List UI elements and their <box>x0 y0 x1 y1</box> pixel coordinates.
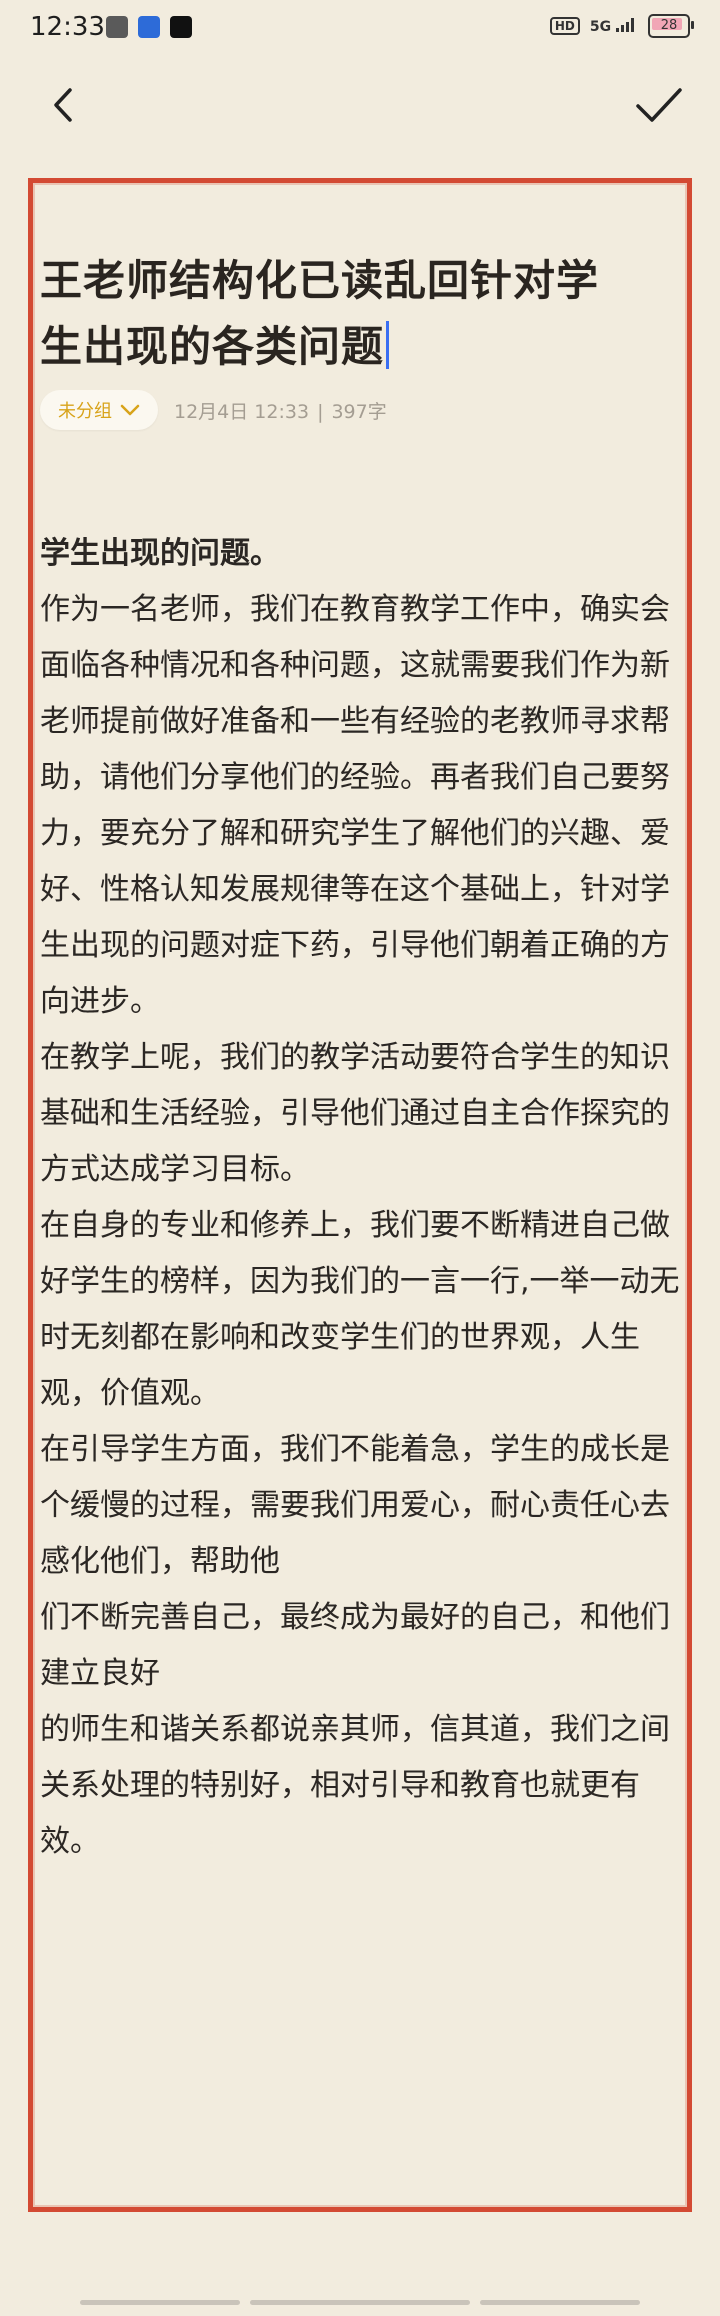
group-label: 未分组 <box>58 401 112 422</box>
word-count: 397字 <box>331 400 387 423</box>
confirm-button[interactable] <box>630 80 690 130</box>
body-paragraph: 在自身的专业和修养上，我们要不断精进自己做好学生的榜样，因为我们的一言一行,一举… <box>40 1208 680 1411</box>
system-status: HD 5G 28 <box>549 14 694 38</box>
battery-icon: 28 <box>648 14 694 38</box>
body-paragraph: 在教学上呢，我们的教学活动要符合学生的知识基础和生活经验，引导他们通过自主合作探… <box>40 1040 670 1187</box>
battery-level: 28 <box>660 18 678 33</box>
title-line-1: 王老师结构化已读乱回针对学 <box>40 256 600 305</box>
editor-toolbar <box>0 70 720 140</box>
back-arrow-icon <box>54 88 72 122</box>
text-cursor <box>386 321 390 369</box>
note-date: 12月4日 12:33 <box>174 400 310 423</box>
status-bar: 12:33 HD 5G 28 <box>0 0 720 58</box>
notification-icons <box>106 16 192 38</box>
back-button[interactable] <box>40 80 90 130</box>
hd-icon: HD <box>549 17 580 35</box>
note-title[interactable]: 王老师结构化已读乱回针对学 生出现的各类问题 <box>40 248 680 380</box>
app-notification-icon <box>106 16 128 38</box>
body-heading: 学生出现的问题。 <box>40 536 280 571</box>
group-selector[interactable]: 未分组 <box>40 390 158 430</box>
network-label: 5G <box>589 18 612 35</box>
note-meta: 未分组 12月4日 12:33 | 397字 <box>40 390 387 430</box>
body-paragraph: 的师生和谐关系都说亲其师，信其道，我们之间关系处理的特别好，相对引导和教育也就更… <box>40 1712 670 1859</box>
home-indicator[interactable] <box>0 2300 720 2306</box>
alipay-icon <box>138 16 160 38</box>
checkmark-icon <box>636 88 682 122</box>
note-info: 12月4日 12:33 | 397字 <box>174 397 387 424</box>
title-line-2: 生出现的各类问题 <box>40 322 385 371</box>
meta-separator: | <box>317 400 324 423</box>
status-time: 12:33 <box>30 12 105 42</box>
chevron-down-icon <box>120 404 140 416</box>
tiktok-icon <box>170 16 192 38</box>
body-paragraph: 在引导学生方面，我们不能着急，学生的成长是个缓慢的过程，需要我们用爱心，耐心责任… <box>40 1432 670 1579</box>
note-body[interactable]: 学生出现的问题。 作为一名老师，我们在教育教学工作中，确实会面临各种情况和各种问… <box>40 526 685 1870</box>
signal-icon: 5G <box>589 17 638 35</box>
body-paragraph: 作为一名老师，我们在教育教学工作中，确实会面临各种情况和各种问题，这就需要我们作… <box>40 592 670 1019</box>
body-paragraph: 们不断完善自己，最终成为最好的自己，和他们建立良好 <box>40 1600 670 1691</box>
